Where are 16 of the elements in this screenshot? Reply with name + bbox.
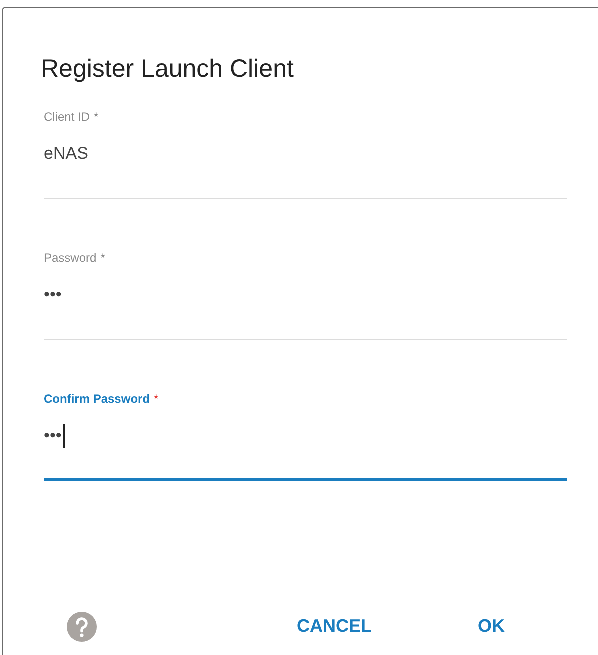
input-field[interactable]: Client ID * eNAS	[44, 108, 567, 199]
input-field[interactable]: Confirm Password * •••	[44, 390, 567, 481]
field-value: eNAS	[44, 143, 90, 165]
ok-button[interactable]: OK	[475, 607, 508, 646]
field-label: Client ID	[44, 109, 90, 125]
required-mark: *	[94, 109, 99, 125]
dialog-title: Register Launch Client	[41, 54, 294, 84]
required-mark: *	[154, 391, 159, 407]
field-label: Confirm Password	[44, 391, 150, 407]
input-field[interactable]: Password * •••	[44, 249, 567, 340]
help-icon[interactable]	[66, 610, 98, 642]
field-label: Password	[44, 250, 97, 266]
required-mark: *	[100, 250, 106, 266]
field-value: •••	[44, 284, 63, 306]
cancel-button[interactable]: CANCEL	[294, 607, 375, 646]
field-value: •••	[44, 424, 65, 448]
